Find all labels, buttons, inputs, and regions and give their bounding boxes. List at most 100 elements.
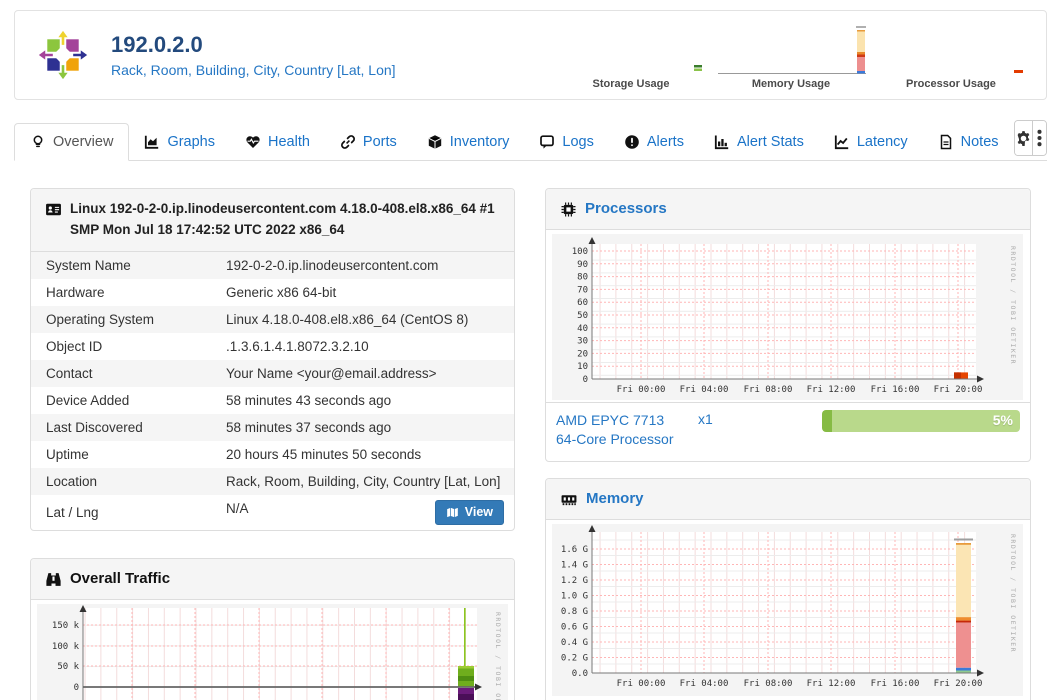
- storage-usage-label: Storage Usage: [592, 78, 670, 90]
- svg-text:RRDTOOL / TOBI OETIKER: RRDTOOL / TOBI OETIKER: [1009, 534, 1017, 653]
- svg-text:Fri 04:00: Fri 04:00: [680, 385, 729, 395]
- processors-card: Processors 100 90 80 70 60 50 40 30 20 1…: [545, 188, 1031, 462]
- svg-text:Fri 12:00: Fri 12:00: [807, 385, 856, 395]
- svg-text:0.4 G: 0.4 G: [561, 638, 588, 648]
- tab-health[interactable]: Health: [230, 124, 325, 160]
- svg-text:80: 80: [577, 272, 588, 282]
- gear-icon: [1017, 130, 1029, 146]
- tab-graphs[interactable]: Graphs: [129, 124, 230, 160]
- overall-traffic-header: Overall Traffic: [31, 559, 514, 600]
- tab-graphs-label: Graphs: [167, 134, 215, 150]
- tab-health-label: Health: [268, 134, 310, 150]
- device-overview-page: 192.0.2.0 Rack, Room, Building, City, Co…: [0, 0, 1061, 700]
- mini-processor: Processor Usage: [876, 25, 1026, 90]
- gridlines: [592, 243, 976, 379]
- cpu-usage-progressbar: 5%: [822, 409, 1020, 432]
- table-row: Last Discovered 58 minutes 37 seconds ago: [31, 413, 514, 441]
- svg-text:Fri 16:00: Fri 16:00: [871, 385, 920, 395]
- processors-title: Processors: [585, 200, 667, 217]
- svg-text:1.4 G: 1.4 G: [561, 560, 588, 570]
- table-row-latlng: Lat / Lng N/A View: [31, 495, 514, 530]
- system-info-card: Linux 192-0-2-0.ip.linodeusercontent.com…: [30, 188, 515, 531]
- system-title: Linux 192-0-2-0.ip.linodeusercontent.com…: [70, 201, 495, 237]
- svg-text:RRDTOOL / TOBI OETIKER: RRDTOOL / TOBI OETIKER: [494, 612, 502, 700]
- svg-text:90: 90: [577, 259, 588, 269]
- system-info-header: Linux 192-0-2-0.ip.linodeusercontent.com…: [31, 189, 514, 252]
- link-icon: [340, 135, 355, 149]
- tab-overview[interactable]: Overview: [14, 123, 130, 161]
- overall-traffic-graph[interactable]: 150 k 100 k 50 k 0 RRDTOOL / TOBI OETIKE…: [31, 600, 514, 700]
- tab-alert-stats[interactable]: Alert Stats: [699, 124, 819, 160]
- tab-alert-stats-label: Alert Stats: [736, 134, 804, 150]
- view-map-button[interactable]: View: [434, 499, 504, 525]
- memory-usage-mini-graph[interactable]: [716, 25, 866, 77]
- kebab-menu-icon: [1037, 129, 1042, 147]
- memory-graph[interactable]: 1.6 G 1.4 G 1.2 G 1.0 G 0.8 G 0.6 G 0.4 …: [546, 520, 1030, 698]
- svg-text:1.0 G: 1.0 G: [561, 591, 588, 601]
- svg-text:150 k: 150 k: [52, 621, 80, 631]
- svg-text:0.0: 0.0: [572, 669, 588, 679]
- table-row: Object ID .1.3.6.1.4.1.8072.3.2.10: [46, 338, 369, 354]
- system-attributes-table: System Name 192-0-2-0.ip.linodeuserconten…: [31, 251, 514, 530]
- tab-latency-label: Latency: [856, 134, 908, 150]
- device-title: 192.0.2.0: [111, 32, 203, 57]
- binoculars-icon: [46, 573, 61, 586]
- address-card-icon: [46, 203, 61, 216]
- storage-usage-mini-graph[interactable]: [556, 25, 706, 77]
- svg-text:100: 100: [572, 247, 588, 257]
- memory-stack-bar: [954, 538, 973, 673]
- settings-button[interactable]: [1014, 121, 1032, 155]
- file-lines-icon: [940, 134, 951, 150]
- svg-text:Fri 08:00: Fri 08:00: [744, 385, 793, 395]
- header-mini-graphs: Storage Usage Memory Usage Processor Usa…: [546, 25, 1026, 90]
- svg-text:Fri 00:00: Fri 00:00: [617, 385, 666, 395]
- tab-ports[interactable]: Ports: [325, 124, 412, 160]
- svg-text:Fri 04:00: Fri 04:00: [680, 679, 729, 689]
- svg-text:60: 60: [577, 298, 588, 308]
- lightbulb-icon: [33, 135, 43, 148]
- svg-text:Fri 16:00: Fri 16:00: [871, 679, 920, 689]
- latlng-value: N/A: [226, 500, 249, 516]
- comment-icon: [540, 135, 555, 149]
- device-header-card: 192.0.2.0 Rack, Room, Building, City, Co…: [14, 10, 1047, 100]
- map-icon: [446, 506, 459, 518]
- tab-alerts[interactable]: Alerts: [609, 124, 699, 160]
- area-chart-icon: [145, 135, 159, 149]
- processors-graph[interactable]: 100 90 80 70 60 50 40 30 20 10 0 Fri 00:…: [546, 230, 1030, 402]
- tab-latency[interactable]: Latency: [819, 124, 923, 160]
- microchip-icon: [561, 202, 576, 217]
- svg-text:Fri 20:00: Fri 20:00: [934, 679, 983, 689]
- tab-inventory[interactable]: Inventory: [412, 124, 525, 160]
- tab-ports-label: Ports: [362, 134, 397, 150]
- svg-text:100 k: 100 k: [52, 642, 80, 652]
- tab-alerts-label: Alerts: [646, 134, 684, 150]
- processor-usage-label: Processor Usage: [906, 78, 996, 90]
- svg-text:0.8 G: 0.8 G: [561, 607, 588, 617]
- more-menu-button[interactable]: [1031, 121, 1046, 155]
- centos-logo: [37, 29, 89, 81]
- cpu-usage-fill: [822, 409, 832, 432]
- svg-text:Fri 12:00: Fri 12:00: [807, 679, 856, 689]
- tab-inventory-label: Inventory: [449, 134, 510, 150]
- table-row: Uptime 20 hours 45 minutes 50 seconds: [46, 446, 422, 462]
- svg-text:40: 40: [577, 323, 588, 333]
- svg-text:1.6 G: 1.6 G: [561, 545, 588, 555]
- svg-text:10: 10: [577, 362, 588, 372]
- tab-actions-group: [1013, 120, 1047, 156]
- memory-usage-label: Memory Usage: [751, 78, 831, 90]
- device-tabbar: Overview Graphs Health Ports Inventory L…: [14, 119, 1047, 161]
- memory-icon: [561, 495, 577, 506]
- view-button-label: View: [464, 504, 493, 519]
- tab-logs[interactable]: Logs: [524, 124, 608, 160]
- tab-notes-label: Notes: [960, 134, 999, 150]
- processor-usage-mini-graph[interactable]: [876, 25, 1026, 77]
- line-chart-icon: [834, 135, 849, 150]
- svg-text:0.6 G: 0.6 G: [561, 622, 588, 632]
- svg-text:50: 50: [577, 311, 588, 321]
- memory-header: Memory: [546, 479, 1030, 520]
- device-location-link[interactable]: Rack, Room, Building, City, Country [Lat…: [111, 62, 396, 78]
- svg-text:0.2 G: 0.2 G: [561, 653, 588, 663]
- mini-storage: Storage Usage: [556, 25, 706, 90]
- tab-notes[interactable]: Notes: [923, 124, 1014, 160]
- gridlines: [592, 531, 976, 673]
